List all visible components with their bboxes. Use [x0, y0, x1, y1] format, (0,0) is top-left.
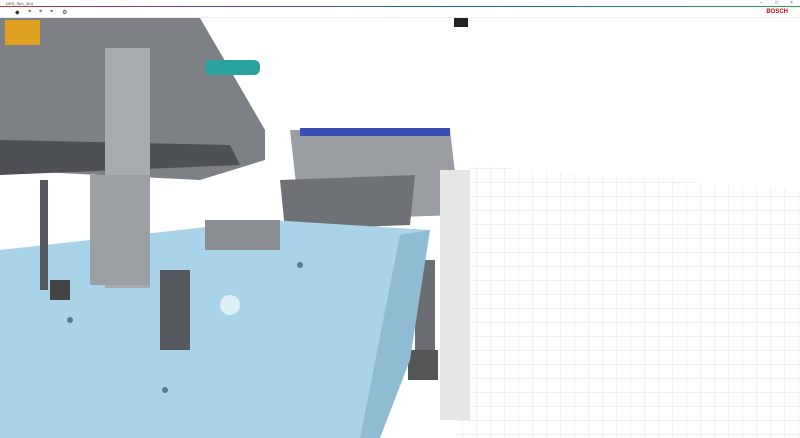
settings-icon[interactable]: ⚙ — [62, 9, 67, 16]
view-icon-1[interactable]: ⌖ — [28, 9, 31, 16]
bosch-logo: BOSCH — [766, 9, 788, 15]
3d-viewport[interactable] — [0, 18, 800, 438]
blue-table — [0, 220, 430, 438]
toolbar: ◆ ⌖ ⌖ ⌖ ⚙ BOSCH — [0, 7, 800, 18]
select-icon[interactable]: ◆ — [15, 9, 20, 16]
floor-grid — [455, 165, 800, 438]
view-icon-3[interactable]: ⌖ — [50, 9, 53, 16]
view-icon-2[interactable]: ⌖ — [39, 9, 42, 16]
top-object — [454, 18, 468, 27]
